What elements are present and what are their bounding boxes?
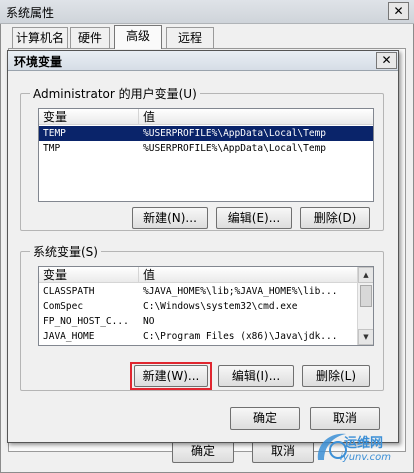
scroll-thumb[interactable] xyxy=(360,285,372,307)
table-row[interactable]: TEMP %USERPROFILE%\AppData\Local\Temp xyxy=(39,126,373,141)
user-variables-list[interactable]: 变量 值 TEMP %USERPROFILE%\AppData\Local\Te… xyxy=(38,108,374,202)
system-list-scrollbar[interactable]: ▲ ▼ xyxy=(357,267,373,345)
row-variable: JAVA_HOME xyxy=(43,331,95,342)
scroll-down-icon[interactable]: ▼ xyxy=(358,329,373,345)
table-row[interactable]: JAVA_HOME C:\Program Files (x86)\Java\jd… xyxy=(39,329,357,344)
system-new-button[interactable]: 新建(W)... xyxy=(134,365,208,387)
tab-hardware[interactable]: 硬件 xyxy=(70,27,110,48)
row-variable: TMP xyxy=(43,143,61,154)
environment-variables-dialog: 环境变量 ✕ Administrator 的用户变量(U) 变量 值 TEMP … xyxy=(7,50,399,443)
tab-computer-name[interactable]: 计算机名 xyxy=(12,27,68,48)
system-edit-button[interactable]: 编辑(I)... xyxy=(218,365,294,387)
row-variable: TEMP xyxy=(43,128,66,139)
watermark-text: 运维网 xyxy=(344,436,384,451)
table-row[interactable]: TMP %USERPROFILE%\AppData\Local\Temp xyxy=(39,141,373,156)
scroll-up-icon[interactable]: ▲ xyxy=(358,267,373,283)
outer-ok-button[interactable]: 确定 xyxy=(172,440,234,463)
user-new-button[interactable]: 新建(N)... xyxy=(132,207,208,229)
dialog-titlebar: 环境变量 ✕ xyxy=(8,51,398,71)
system-col-variable[interactable]: 变量 xyxy=(39,267,139,283)
row-value: %USERPROFILE%\AppData\Local\Temp xyxy=(143,128,327,139)
system-variables-list[interactable]: 变量 值 CLASSPATH %JAVA_HOME%\lib;%JAVA_HOM… xyxy=(38,266,374,346)
row-value: %JAVA_HOME%\lib;%JAVA_HOME%\lib... xyxy=(143,286,338,297)
row-value: C:\Program Files (x86)\Java\jdk... xyxy=(143,331,338,342)
tab-advanced[interactable]: 高级 xyxy=(114,25,162,49)
dialog-close-icon[interactable]: ✕ xyxy=(376,52,397,69)
row-value: C:\Windows\system32\cmd.exe xyxy=(143,301,298,312)
user-delete-button[interactable]: 删除(D) xyxy=(300,207,370,229)
row-value: %USERPROFILE%\AppData\Local\Temp xyxy=(143,143,327,154)
outer-cancel-button[interactable]: 取消 xyxy=(252,440,314,463)
window-title: 系统属性 xyxy=(6,6,55,20)
user-list-header: 变量 值 xyxy=(39,109,373,125)
system-delete-button[interactable]: 删除(L) xyxy=(302,365,370,387)
system-properties-titlebar: 系统属性 ✕ xyxy=(0,0,414,24)
system-col-value[interactable]: 值 xyxy=(139,267,357,283)
table-row[interactable]: CLASSPATH %JAVA_HOME%\lib;%JAVA_HOME%\li… xyxy=(39,284,357,299)
table-row[interactable]: FP_NO_HOST_C... NO xyxy=(39,314,357,329)
outer-close-icon[interactable]: ✕ xyxy=(388,2,409,20)
user-col-variable[interactable]: 变量 xyxy=(39,109,139,125)
row-variable: FP_NO_HOST_C... xyxy=(43,316,129,327)
system-variables-label: 系统变量(S) xyxy=(30,245,101,259)
watermark-url: iyunv.com xyxy=(340,452,392,463)
table-row[interactable]: ComSpec C:\Windows\system32\cmd.exe xyxy=(39,299,357,314)
user-edit-button[interactable]: 编辑(E)... xyxy=(216,207,292,229)
system-list-header: 变量 值 xyxy=(39,267,357,283)
row-variable: ComSpec xyxy=(43,301,84,312)
dialog-title: 环境变量 xyxy=(14,55,63,69)
row-value: NO xyxy=(143,316,155,327)
row-variable: CLASSPATH xyxy=(43,286,95,297)
tab-remote[interactable]: 远程 xyxy=(166,27,214,48)
dialog-ok-button[interactable]: 确定 xyxy=(230,407,300,430)
user-col-value[interactable]: 值 xyxy=(139,109,373,125)
user-variables-label: Administrator 的用户变量(U) xyxy=(30,87,200,101)
